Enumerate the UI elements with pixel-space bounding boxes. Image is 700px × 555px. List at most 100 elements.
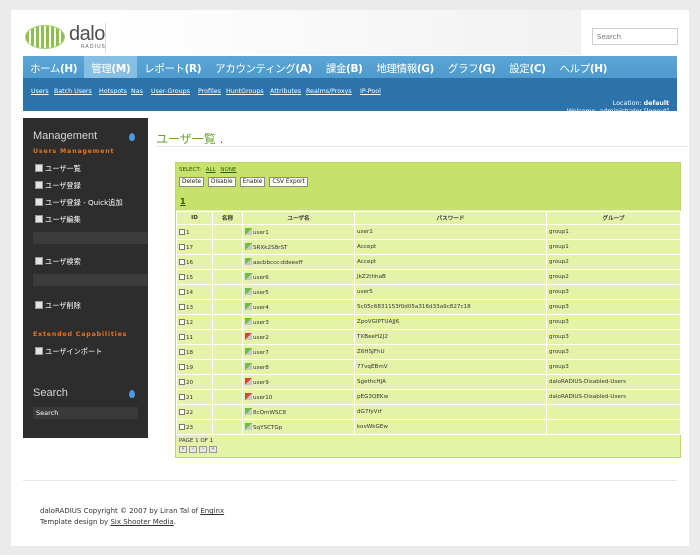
- last-page-button[interactable]: »: [209, 446, 217, 453]
- cell-group: group1: [546, 239, 681, 255]
- username-link[interactable]: user9: [253, 380, 269, 386]
- enable-button[interactable]: Enable: [239, 177, 266, 187]
- cell-username[interactable]: user7: [242, 344, 355, 360]
- sub-menu-item[interactable]: Batch Users: [54, 88, 92, 95]
- cell-username[interactable]: user6: [242, 269, 355, 285]
- prev-page-button[interactable]: ‹: [189, 446, 197, 453]
- cell-username[interactable]: user5: [242, 284, 355, 300]
- delete-button[interactable]: Delete: [179, 177, 205, 187]
- cell-username[interactable]: user8: [242, 359, 355, 375]
- sub-menu-item[interactable]: User-Groups: [151, 88, 190, 95]
- first-page-button[interactable]: «: [179, 446, 187, 453]
- main-menu-item[interactable]: 設定(C): [502, 56, 552, 78]
- logout-link[interactable]: [logout]: [644, 108, 669, 115]
- sidebar-item-list-users[interactable]: ユーザ一覧: [35, 164, 81, 174]
- cell-username[interactable]: user3: [242, 314, 355, 330]
- cell-username[interactable]: user2: [242, 329, 355, 345]
- row-checkbox[interactable]: [179, 258, 185, 265]
- cell-username[interactable]: user4: [242, 299, 355, 315]
- cell-username[interactable]: SqYSCTGp: [242, 419, 355, 435]
- page-number-link[interactable]: 1: [180, 197, 186, 206]
- row-checkbox[interactable]: [179, 288, 185, 295]
- cell-username[interactable]: 8cQmWSC8: [242, 404, 355, 420]
- sub-menu-item[interactable]: Profiles: [198, 88, 221, 95]
- cell-username[interactable]: SRXk2S8rST: [242, 239, 355, 255]
- username-link[interactable]: SRXk2S8rST: [253, 245, 287, 251]
- sidebar-item-edit-user[interactable]: ユーザ編集: [35, 215, 81, 225]
- sidebar-search-input[interactable]: Search: [33, 407, 138, 419]
- droplet-icon: [129, 133, 135, 141]
- table-row: 13 user4 5c05c6831153f0d05a316d33a9c827c18…: [176, 299, 681, 315]
- sidebar-input-bar[interactable]: [33, 274, 148, 286]
- enginx-link[interactable]: Enginx: [200, 507, 224, 515]
- username-link[interactable]: SqYSCTGp: [253, 425, 282, 431]
- sub-menu-item[interactable]: Users: [31, 88, 49, 95]
- username-link[interactable]: user1: [253, 230, 269, 236]
- sub-menu-item[interactable]: Attributes: [270, 88, 301, 95]
- row-checkbox[interactable]: [179, 393, 185, 400]
- sidebar-input-bar[interactable]: [33, 232, 148, 244]
- select-all-link[interactable]: ALL: [206, 167, 216, 173]
- row-checkbox[interactable]: [179, 348, 185, 355]
- row-checkbox[interactable]: [179, 423, 185, 430]
- username-link[interactable]: user7: [253, 350, 269, 356]
- username-link[interactable]: user3: [253, 320, 269, 326]
- sub-menu-item[interactable]: Nas: [131, 88, 143, 95]
- row-checkbox[interactable]: [179, 363, 185, 370]
- sub-menu-item[interactable]: HuntGroups: [226, 88, 264, 95]
- sub-menu-item[interactable]: Realms/Proxys: [306, 88, 352, 95]
- main-menu-item[interactable]: ヘルプ(H): [553, 56, 615, 78]
- logo[interactable]: dalo RADIUS: [25, 23, 115, 50]
- csv-export-button[interactable]: CSV Export: [269, 177, 308, 187]
- row-checkbox[interactable]: [179, 273, 185, 280]
- row-id: 12: [186, 319, 194, 326]
- row-checkbox[interactable]: [179, 228, 185, 235]
- column-header-password[interactable]: パスワード: [354, 211, 547, 225]
- next-page-button[interactable]: ›: [199, 446, 207, 453]
- row-checkbox[interactable]: [179, 318, 185, 325]
- row-checkbox[interactable]: [179, 243, 185, 250]
- row-checkbox[interactable]: [179, 408, 185, 415]
- main-menu-item[interactable]: 管理(M): [84, 56, 138, 78]
- table-row: 21 user10 pEG3QEKw daloRADIUS-Disabled-User…: [176, 389, 681, 405]
- column-header-id[interactable]: ID: [176, 211, 213, 225]
- username-link[interactable]: user6: [253, 275, 269, 281]
- sidebar-item-search-user[interactable]: ユーザ検索: [35, 257, 81, 267]
- username-link[interactable]: user10: [253, 395, 272, 401]
- sub-menu-item[interactable]: IP-Pool: [360, 88, 381, 95]
- row-checkbox[interactable]: [179, 378, 185, 385]
- main-menu-item[interactable]: レポート(R): [137, 56, 208, 78]
- sidebar-item-delete-user[interactable]: ユーザ削除: [35, 301, 81, 311]
- cell-username[interactable]: user10: [242, 389, 355, 405]
- username-link[interactable]: user8: [253, 365, 269, 371]
- main-menu-item[interactable]: 課金(B): [319, 56, 370, 78]
- six-shooter-link[interactable]: Six Shooter Media: [110, 518, 173, 526]
- username-link[interactable]: 8cQmWSC8: [253, 410, 286, 416]
- cell-group: daloRADIUS-Disabled-Users: [546, 374, 681, 390]
- select-none-link[interactable]: NONE: [220, 167, 236, 173]
- cell-name: [212, 284, 243, 300]
- top-search-input[interactable]: [592, 28, 678, 45]
- column-header-group[interactable]: グループ: [546, 211, 681, 225]
- sidebar-item-new-user[interactable]: ユーザ登録: [35, 181, 81, 191]
- row-checkbox[interactable]: [179, 333, 185, 340]
- column-header-name[interactable]: 名称: [212, 211, 243, 225]
- column-header-username[interactable]: ユーザ名: [242, 211, 355, 225]
- sidebar-item-quick-add[interactable]: ユーザ登録 - Quick追加: [35, 198, 123, 208]
- cell-username[interactable]: aacbbccc:ddeeeff: [242, 254, 355, 270]
- row-checkbox[interactable]: [179, 303, 185, 310]
- sub-menu-item[interactable]: Hotspots: [99, 88, 127, 95]
- main-menu-item[interactable]: グラフ(G): [441, 56, 502, 78]
- username-link[interactable]: user5: [253, 290, 269, 296]
- username-link[interactable]: aacbbccc:ddeeeff: [253, 260, 302, 266]
- cell-username[interactable]: user9: [242, 374, 355, 390]
- username-link[interactable]: user2: [253, 335, 269, 341]
- disable-button[interactable]: Disable: [208, 177, 236, 187]
- main-menu-item[interactable]: 地理情報(G): [369, 56, 440, 78]
- cell-username[interactable]: user1: [242, 224, 355, 240]
- username-link[interactable]: user4: [253, 305, 269, 311]
- cell-password: Accept: [354, 254, 547, 270]
- sidebar-item-import-users[interactable]: ユーザインポート: [35, 347, 102, 357]
- main-menu-item[interactable]: アカウンティング(A): [208, 56, 319, 78]
- main-menu-item[interactable]: ホーム(H): [23, 56, 84, 78]
